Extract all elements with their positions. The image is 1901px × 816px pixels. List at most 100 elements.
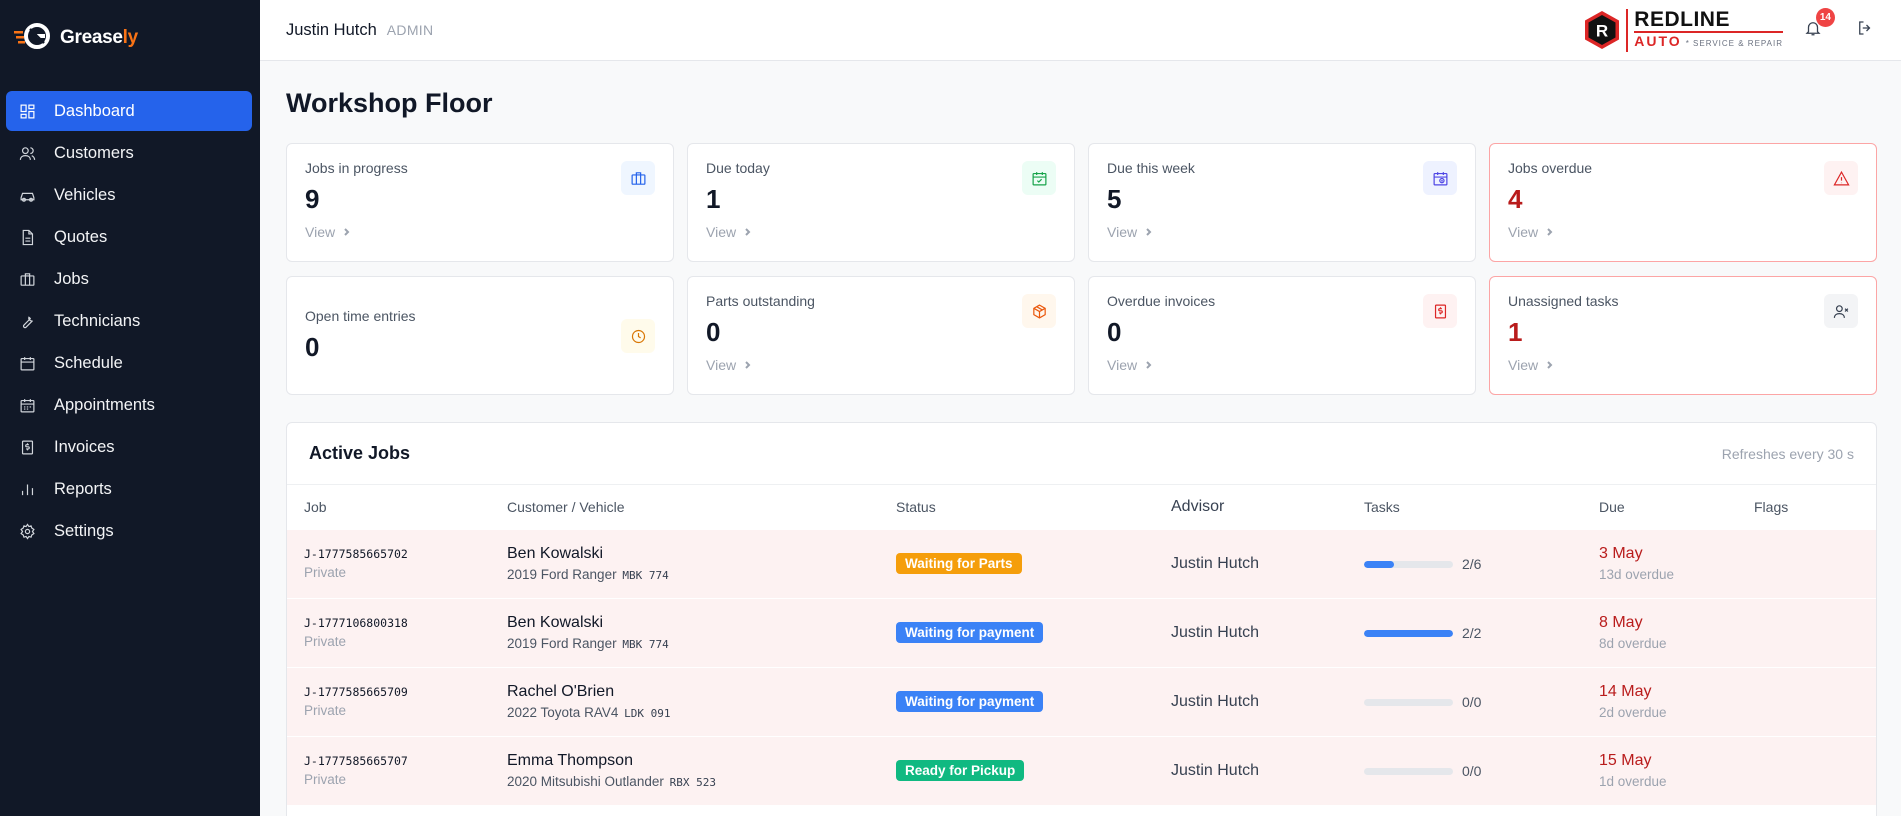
stat-card-open-time-entries: Open time entries 0 [286,276,674,395]
sidebar-item-settings[interactable]: Settings [6,511,252,551]
view-link[interactable]: View [706,224,1056,240]
stat-label: Due this week [1107,160,1195,176]
view-link[interactable]: View [1508,224,1858,240]
column-header-flags[interactable]: Flags [1754,485,1876,529]
notifications-button[interactable]: 14 [1801,8,1835,42]
table-row[interactable]: J-1777106800318 Private Ben Kowalski 2019 … [287,597,1876,667]
column-header-status[interactable]: Status [896,485,1171,529]
column-header-customer[interactable]: Customer / Vehicle [507,485,896,529]
task-progress-bar [1364,767,1453,775]
column-header-job[interactable]: Job [287,485,507,529]
svg-text:R: R [1596,22,1608,41]
overdue-note: 2d overdue [1599,705,1667,720]
box-icon [1022,294,1056,328]
overdue-note: 1d overdue [1599,774,1667,790]
warning-icon [1824,161,1858,195]
dashboard-icon [18,102,36,120]
advisor-name: Justin Hutch [1171,735,1364,805]
stat-value: 0 [1107,317,1122,347]
column-header-tasks[interactable]: Tasks [1364,485,1599,529]
brand[interactable]: Greasely [0,0,260,76]
sidebar-item-technicians[interactable]: Technicians [6,301,252,341]
redline-hex-icon: R [1585,11,1620,49]
due-date: 15 May [1599,752,1652,770]
receipt-icon [18,438,36,456]
job-id[interactable]: J-1777106800318 [304,616,507,630]
task-count: 2/2 [1462,625,1482,641]
stat-card-overdue-invoices: Overdue invoices 0 View [1088,276,1476,395]
calendar-days-icon [18,396,36,414]
sidebar-item-appointments[interactable]: Appointments [6,385,252,425]
stat-value: 5 [1107,184,1122,214]
plate: RBX 523 [669,776,716,790]
table-row[interactable]: J-1777585665702 Private Ben Kowalski 2019 … [287,528,1876,598]
view-link[interactable]: View [1508,357,1858,373]
task-progress-bar [1364,560,1453,568]
sidebar-item-dashboard[interactable]: Dashboard [6,91,252,131]
sidebar-item-invoices[interactable]: Invoices [6,427,252,467]
chevron-right-icon [1547,361,1553,369]
page-title: Workshop Floor [286,88,493,118]
task-progress-bar [1364,698,1453,706]
calendar-check-icon [1022,161,1056,195]
logout-button[interactable] [1853,18,1877,42]
column-header-due[interactable]: Due [1599,485,1754,529]
task-count: 2/6 [1462,556,1482,572]
stat-label: Jobs in progress [305,160,408,176]
bar-chart-icon [18,480,36,498]
job-id[interactable]: J-1777585665702 [304,547,507,561]
sidebar-item-quotes[interactable]: Quotes [6,217,252,257]
stat-label: Parts outstanding [706,293,815,309]
column-header-advisor[interactable]: Advisor [1171,485,1364,529]
sidebar-item-label: Customers [54,143,134,162]
sidebar-item-jobs[interactable]: Jobs [6,259,252,299]
active-jobs-panel: Active Jobs Refreshes every 30 s Job Cus… [286,422,1877,816]
job-id[interactable]: J-1777585665709 [304,685,507,699]
sidebar-item-schedule[interactable]: Schedule [6,343,252,383]
view-link[interactable]: View [1107,357,1457,373]
sidebar-item-label: Jobs [54,269,89,288]
stat-value: 1 [706,184,721,214]
vehicle-info: 2020 Mitsubishi Outlander RBX 523 [507,774,716,790]
user-role: ADMIN [386,22,434,38]
user-name: Justin Hutch [286,20,377,39]
status-badge: Waiting for payment [896,691,1044,712]
calendar-icon [18,354,36,372]
sidebar-nav: Dashboard Customers Vehicles Quotes Jobs… [0,76,260,551]
job-id[interactable]: J-1777585665707 [304,754,507,768]
sidebar-item-customers[interactable]: Customers [6,133,252,173]
stat-value: 4 [1508,184,1523,214]
advisor-name: Justin Hutch [1171,528,1364,598]
sidebar-item-label: Settings [54,521,114,540]
status-badge: Waiting for payment [896,622,1044,643]
due-date: 14 May [1599,683,1652,700]
invoice-dollar-icon [1423,294,1457,328]
sidebar-item-vehicles[interactable]: Vehicles [6,175,252,215]
table-row[interactable]: J-1777585665709 Private Rachel O'Brien 202… [287,666,1876,736]
flags-cell [1754,528,1876,598]
view-link[interactable]: View [706,357,1056,373]
brand-name: Greasely [60,27,138,48]
customer-name[interactable]: Ben Kowalski [507,614,896,632]
customer-name[interactable]: Ben Kowalski [507,545,896,563]
stat-card-jobs-overdue: Jobs overdue 4 View [1489,143,1877,262]
customer-name[interactable]: Rachel O'Brien [507,683,896,701]
sidebar-item-label: Invoices [54,437,115,456]
chevron-right-icon [745,228,751,236]
task-progress-fill [1364,560,1394,568]
view-link[interactable]: View [1107,224,1457,240]
chevron-right-icon [344,228,350,236]
customer-name[interactable]: Emma Thompson [507,752,896,770]
task-count: 0/0 [1462,763,1482,780]
chevron-right-icon [1547,228,1553,236]
chevron-right-icon [745,361,751,369]
sidebar-item-label: Technicians [54,311,141,330]
sidebar-item-reports[interactable]: Reports [6,469,252,509]
table-row[interactable]: J-1777585665707 Private Emma Thompson 2020… [287,735,1876,805]
stat-card-parts-outstanding: Parts outstanding 0 View [687,276,1075,395]
job-type: Private [304,703,347,718]
status-badge: Ready for Pickup [896,760,1025,782]
stat-value: 1 [1508,317,1523,347]
view-link[interactable]: View [305,224,655,240]
sidebar-item-label: Schedule [54,353,123,372]
